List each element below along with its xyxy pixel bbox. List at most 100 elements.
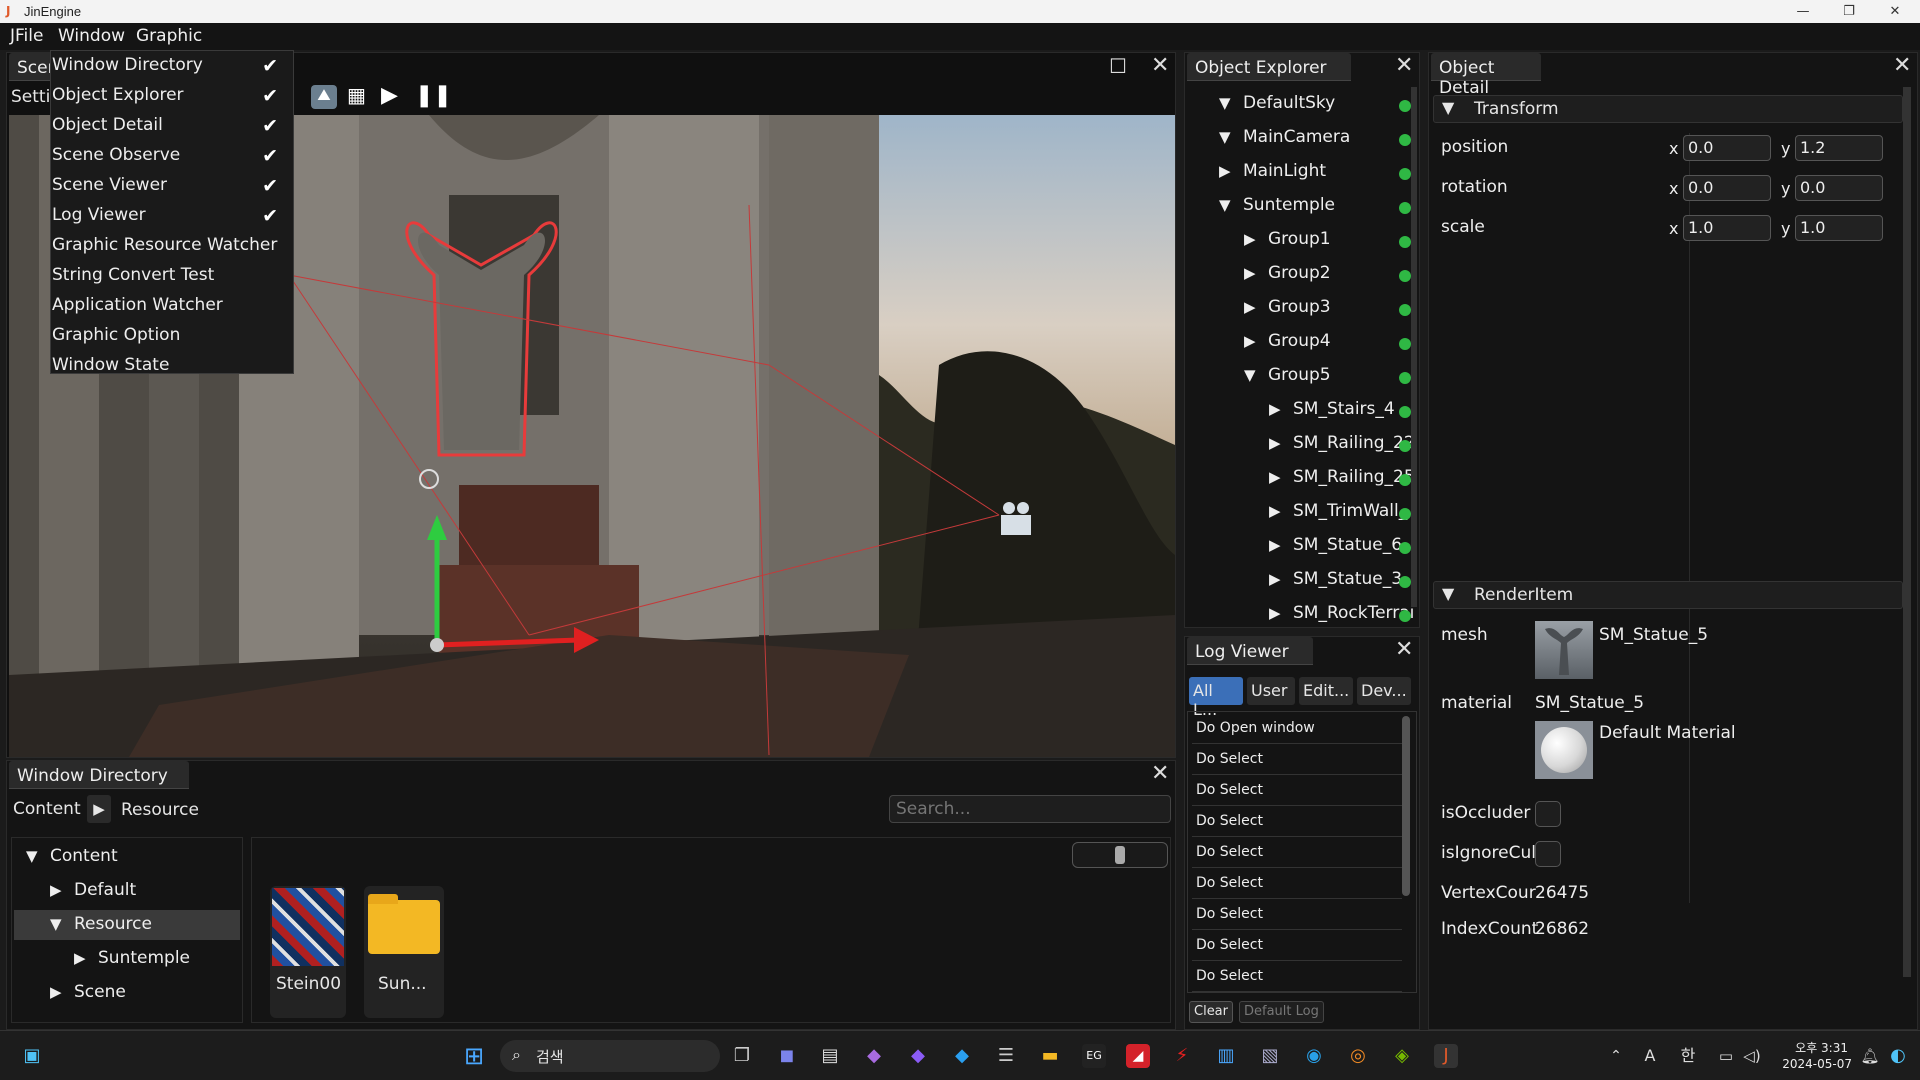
chevron-up-icon[interactable]: ⌃ — [1604, 1044, 1628, 1068]
directory-item[interactable]: ▼ Resource — [14, 910, 240, 940]
menu-item-object-detail[interactable]: Object Detail ✔ — [52, 115, 292, 145]
asset-item-stein00[interactable]: Stein00 — [270, 886, 346, 1018]
visual-studio-icon[interactable]: ◆ — [862, 1044, 886, 1068]
menu-item-scene-observe[interactable]: Scene Observe ✔ — [52, 145, 292, 175]
zoom-slider[interactable] — [1072, 842, 1168, 868]
menu-jfile[interactable]: JFile — [10, 26, 43, 46]
menu-item-graphic-resource-watcher[interactable]: Graphic Resource Watcher — [52, 235, 292, 265]
log-entry[interactable]: Do Select — [1192, 869, 1402, 899]
chevron-down-icon[interactable]: ▼ — [26, 847, 50, 865]
tree-item[interactable]: ▼ DefaultSky — [1219, 93, 1335, 113]
chevron-right-icon[interactable]: ▶ — [1269, 502, 1293, 520]
notepad-icon[interactable]: ▥ — [1214, 1044, 1238, 1068]
transform-header[interactable]: ▼ Transform — [1433, 95, 1903, 123]
chevron-right-icon[interactable]: ▶ — [50, 881, 74, 899]
search-input[interactable] — [889, 795, 1171, 823]
tree-item[interactable]: ▶ SM_TrimWall_ — [1269, 501, 1407, 521]
rotation-y-field[interactable]: 0.0 — [1795, 175, 1883, 201]
blender-icon[interactable]: ◎ — [1346, 1044, 1370, 1068]
filter-developer[interactable]: Dev... — [1357, 677, 1411, 705]
asset-item-suntemple[interactable]: Sun... — [364, 886, 444, 1018]
tree-item[interactable]: ▶ SM_RockTerrai — [1269, 603, 1414, 623]
scale-y-field[interactable]: 1.0 — [1795, 215, 1883, 241]
task-view-icon[interactable]: ❐ — [730, 1044, 754, 1068]
clear-button[interactable]: Clear — [1189, 1001, 1233, 1023]
chevron-right-icon[interactable]: ▶ — [1219, 162, 1243, 180]
breadcrumb-resource[interactable]: Resource — [121, 800, 199, 820]
tree-item[interactable]: ▶ SM_Railing_25 — [1269, 467, 1415, 487]
chevron-down-icon[interactable]: ▼ — [1219, 196, 1243, 214]
tree-item[interactable]: ▶ Group4 — [1244, 331, 1331, 351]
restore-button[interactable]: ❐ — [1826, 0, 1872, 23]
chevron-right-icon[interactable]: ▶ — [1269, 604, 1293, 622]
play-icon[interactable]: ▶ — [381, 83, 398, 108]
menu-window[interactable]: Window — [58, 26, 125, 46]
grid-icon[interactable]: ▦ — [347, 83, 366, 107]
directory-item[interactable]: ▶ Default — [14, 876, 240, 906]
close-icon[interactable]: ✕ — [1893, 55, 1911, 77]
app-stack-icon[interactable]: ☰ — [994, 1044, 1018, 1068]
close-window-button[interactable]: ✕ — [1872, 0, 1918, 23]
network-icon[interactable]: ▭ — [1714, 1044, 1738, 1068]
tree-item[interactable]: ▶ Group3 — [1244, 297, 1331, 317]
filter-editor[interactable]: Edit... — [1299, 677, 1353, 705]
material-thumbnail[interactable] — [1535, 721, 1593, 779]
pause-icon[interactable]: ❚❚ — [415, 83, 452, 108]
close-icon[interactable]: ✕ — [1395, 639, 1413, 661]
chevron-down-icon[interactable]: ▼ — [50, 915, 74, 933]
notification-icon[interactable]: 🔔︎ — [1858, 1044, 1882, 1068]
tree-item[interactable]: ▼ MainCamera — [1219, 127, 1350, 147]
tree-item[interactable]: ▶ SM_Stairs_4 — [1269, 399, 1395, 419]
menu-item-application-watcher[interactable]: Application Watcher — [52, 295, 292, 325]
chevron-right-icon[interactable]: ▶ — [50, 983, 74, 1001]
app-red-icon[interactable]: ◢ — [1126, 1044, 1150, 1068]
default-log-button[interactable]: Default Log — [1239, 1001, 1324, 1023]
start-icon[interactable]: ⊞ — [462, 1044, 486, 1068]
jinengine-taskbar-icon[interactable]: J — [1434, 1044, 1458, 1068]
scrollbar[interactable] — [1411, 87, 1417, 607]
chevron-down-icon[interactable]: ▼ — [1244, 366, 1268, 384]
photos-icon[interactable]: ▧ — [1258, 1044, 1282, 1068]
breadcrumb-content[interactable]: Content — [13, 799, 81, 819]
vscode-icon[interactable]: ◆ — [950, 1044, 974, 1068]
copilot-icon[interactable]: ◐ — [1886, 1044, 1910, 1068]
tree-item[interactable]: ▶ SM_Railing_22 — [1269, 433, 1415, 453]
filter-all[interactable]: All L... — [1189, 677, 1243, 719]
chevron-down-icon[interactable]: ▼ — [1219, 128, 1243, 146]
ime-han[interactable]: 한 — [1676, 1044, 1700, 1068]
log-entry[interactable]: Do Select — [1192, 838, 1402, 868]
directory-item[interactable]: ▼ Content — [14, 842, 240, 872]
menu-item-string-convert-test[interactable]: String Convert Test — [52, 265, 292, 295]
tree-item[interactable]: ▼ Suntemple — [1219, 195, 1335, 215]
chevron-right-icon[interactable]: ▶ — [1244, 264, 1268, 282]
clock-time[interactable]: 오후 3:31 — [1776, 1039, 1848, 1056]
menu-item-window-state[interactable]: Window State — [52, 355, 292, 385]
maximize-icon[interactable]: ☐ — [1109, 55, 1127, 77]
is-ignore-cull-checkbox[interactable] — [1535, 841, 1561, 867]
close-icon[interactable]: ✕ — [1151, 763, 1169, 785]
position-y-field[interactable]: 1.2 — [1795, 135, 1883, 161]
chevron-right-icon[interactable]: ▶ — [74, 949, 98, 967]
menu-item-scene-viewer[interactable]: Scene Viewer ✔ — [52, 175, 292, 205]
menu-item-object-explorer[interactable]: Object Explorer ✔ — [52, 85, 292, 115]
chevron-right-icon[interactable]: ▶ — [1269, 468, 1293, 486]
position-x-field[interactable]: 0.0 — [1683, 135, 1771, 161]
tree-item[interactable]: ▶ SM_Statue_6 — [1269, 535, 1402, 555]
tab-settings[interactable]: Setti — [11, 87, 50, 107]
directory-item[interactable]: ▶ Scene — [14, 978, 240, 1008]
log-entry[interactable]: Do Select — [1192, 776, 1402, 806]
chevron-right-icon[interactable]: ▶ — [1244, 230, 1268, 248]
search-box[interactable]: ⌕ 검색 — [500, 1040, 720, 1072]
log-entry[interactable]: Do Select — [1192, 931, 1402, 961]
scale-x-field[interactable]: 1.0 — [1683, 215, 1771, 241]
tab-object-detail[interactable]: Object Detail — [1431, 53, 1541, 98]
tree-item[interactable]: ▶ SM_Statue_3 — [1269, 569, 1402, 589]
menu-item-graphic-option[interactable]: Graphic Option — [52, 325, 292, 355]
scrollbar[interactable] — [1402, 716, 1410, 896]
close-icon[interactable]: ✕ — [1395, 55, 1413, 77]
edge-icon[interactable]: ◉ — [1302, 1044, 1326, 1068]
log-entry[interactable]: Do Select — [1192, 745, 1402, 775]
ime-a[interactable]: A — [1638, 1044, 1662, 1068]
chevron-right-icon[interactable]: ▶ — [1269, 536, 1293, 554]
widgets-icon[interactable]: ▣ — [20, 1044, 44, 1068]
